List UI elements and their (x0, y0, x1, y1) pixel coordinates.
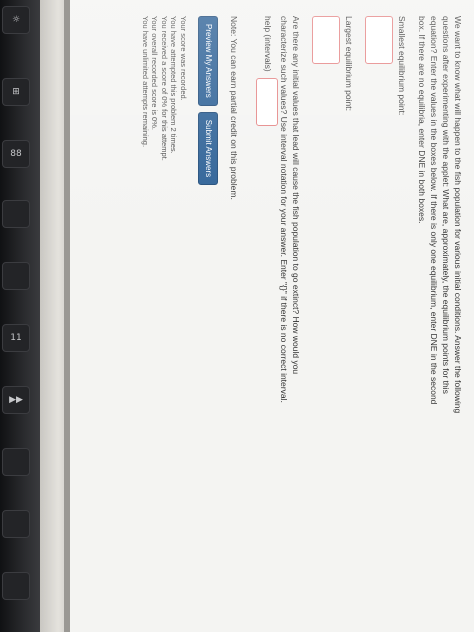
keyboard: ☼ ⊞ 88 11 ▶▶ (0, 0, 40, 632)
submit-answers-button[interactable]: Submit Answers (198, 111, 218, 186)
keyboard-key[interactable] (2, 448, 30, 476)
preview-answers-button[interactable]: Preview My Answers (198, 16, 218, 106)
largest-equilibrium-input[interactable] (312, 16, 340, 64)
partial-credit-note: Note: You can earn partial credit on thi… (229, 16, 239, 200)
keyboard-key[interactable] (2, 510, 30, 538)
keyboard-key[interactable] (2, 262, 30, 290)
brightness-key[interactable]: ☼ (2, 6, 30, 34)
laptop-screen: We want to know what will happen to the … (70, 0, 474, 632)
laptop-bezel (40, 0, 66, 632)
media-key[interactable]: 11 (2, 324, 30, 352)
smallest-equilibrium-input[interactable] (365, 16, 393, 64)
mission-control-key[interactable]: ⊞ (2, 78, 30, 106)
launchpad-key[interactable]: 88 (2, 140, 30, 168)
status-line: Your score was recorded. (179, 16, 188, 101)
score-status: Your score was recorded. You have attemp… (141, 16, 188, 421)
status-line: You have attempted this problem 2 times. (169, 16, 179, 154)
smallest-equilibrium-label: Smallest equilibrium point: (397, 16, 407, 116)
status-line: You received a score of 0% for this atte… (160, 16, 169, 161)
largest-equilibrium-label: Largest equilibrium point: (344, 16, 354, 111)
webwork-problem-page: We want to know what will happen to the … (70, 0, 474, 632)
extinction-question: Are there any initial values that lead w… (256, 16, 302, 421)
problem-content: We want to know what will happen to the … (141, 16, 465, 421)
play-pause-key[interactable]: ▶▶ (2, 386, 30, 414)
keyboard-key[interactable] (2, 572, 30, 600)
answer-buttons: Preview My Answers Submit Answers (198, 16, 218, 421)
extinction-interval-input[interactable] (256, 78, 278, 127)
keyboard-key[interactable] (2, 200, 30, 228)
extinction-question-text: Are there any initial values that lead w… (262, 16, 301, 403)
problem-intro: We want to know what will happen to the … (417, 16, 463, 414)
status-line: Your overall recorded score is 0%. (150, 16, 160, 130)
status-line: You have unlimited attempts remaining. (141, 16, 150, 148)
